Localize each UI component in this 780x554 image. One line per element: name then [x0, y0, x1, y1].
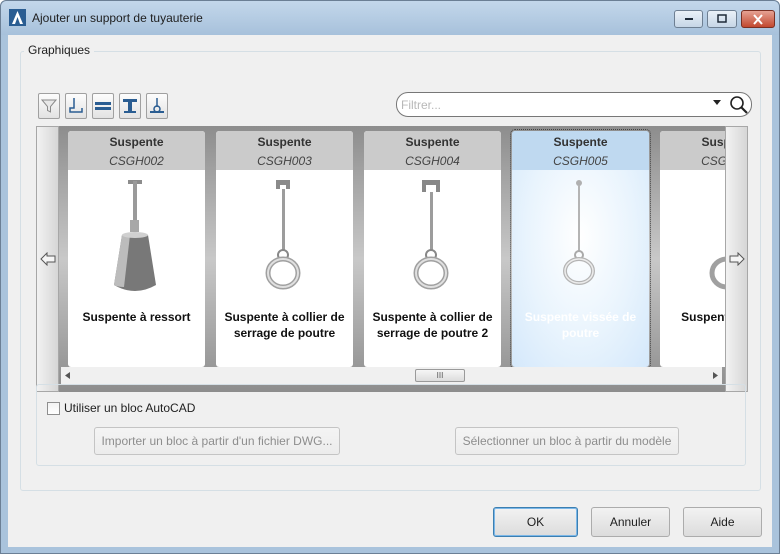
hanger-type-4-button[interactable] [146, 93, 168, 119]
card-code: CSGH006 [701, 154, 725, 168]
card-label: Suspente à ressort [82, 310, 191, 324]
card-code: CSGH005 [553, 154, 608, 168]
card-header: Suspente CSGH002 [68, 131, 205, 170]
restore-icon [717, 14, 727, 23]
spring-hanger-image [114, 180, 156, 291]
card-header: Suspente CSGH005 [512, 131, 649, 170]
card-type: Suspente [405, 135, 460, 149]
select-model-block-button[interactable]: Sélectionner un bloc à partir du modèle [455, 427, 679, 455]
restore-button[interactable] [707, 10, 737, 28]
card-label: Suspente à collier de serrage de poutre [224, 310, 345, 340]
support-gallery: Suspente CSGH002 Suspente à ressort Susp… [36, 126, 748, 392]
use-autocad-block-checkbox[interactable] [47, 402, 60, 415]
gallery-horizontal-scrollbar[interactable]: III [61, 367, 722, 384]
gallery-scroll-left-button[interactable] [36, 126, 59, 392]
hanger-type-4-icon [150, 98, 164, 113]
hanger-type-2-button[interactable] [92, 93, 114, 119]
gallery-viewport: Suspente CSGH002 Suspente à ressort Susp… [59, 126, 725, 367]
arrow-left-icon [39, 252, 55, 266]
card-type: Suspente [701, 135, 725, 149]
close-icon [753, 13, 763, 25]
support-card[interactable]: Suspente CSGH004 Suspente à collier de s… [364, 131, 501, 367]
support-card[interactable]: Suspente CSGH003 Suspente à collier de s… [216, 131, 353, 367]
search-input[interactable]: Filtrer... [401, 98, 441, 112]
dialog-window: Ajouter un support de tuyauterie Graphiq… [0, 0, 780, 554]
beam-clamp-hanger-2-image [413, 180, 449, 290]
hanger-type-2-icon [95, 102, 111, 110]
title-bar: Ajouter un support de tuyauterie [1, 1, 779, 35]
card-header: Suspente CSGH006 [660, 131, 725, 170]
hanger-type-3-button[interactable] [119, 93, 141, 119]
ok-button[interactable]: OK [493, 507, 578, 537]
card-label: Suspente à collier de serrage de poutre … [372, 310, 493, 340]
card-label: Suspente poutre [681, 310, 725, 324]
hanger-type-3-icon [123, 99, 137, 113]
close-button[interactable] [741, 10, 775, 28]
import-dwg-block-button[interactable]: Importer un bloc à partir d'un fichier D… [94, 427, 340, 455]
minimize-icon [684, 18, 693, 20]
filter-button[interactable] [38, 93, 60, 119]
window-title: Ajouter un support de tuyauterie [32, 11, 203, 25]
card-code: CSGH004 [405, 154, 460, 168]
card-header: Suspente CSGH003 [216, 131, 353, 170]
scrollbar-thumb[interactable]: III [415, 369, 465, 382]
support-card-selected[interactable]: Suspente CSGH005 Suspente vissée de pout… [510, 129, 651, 367]
help-button[interactable]: Aide [683, 507, 762, 537]
chevron-down-icon[interactable] [713, 100, 721, 105]
search-icon[interactable] [729, 95, 749, 115]
autocad-app-icon [9, 9, 26, 26]
graphics-group: Graphiques Filtrer... Suspente CSGH002 S… [20, 43, 761, 491]
beam-hanger-image [709, 256, 725, 290]
support-card[interactable]: Suspente CSGH002 Suspente à ressort [68, 131, 205, 367]
hanger-type-1-icon [69, 98, 83, 113]
hanger-type-1-button[interactable] [65, 93, 87, 119]
beam-clamp-hanger-image [265, 180, 301, 290]
cancel-button[interactable]: Annuler [591, 507, 670, 537]
screwed-beam-hanger-image [563, 180, 595, 285]
card-label: Suspente vissée de poutre [524, 310, 637, 340]
graphics-group-label: Graphiques [24, 43, 95, 57]
card-code: CSGH002 [109, 154, 164, 168]
gallery-scroll-right-button[interactable] [725, 126, 748, 392]
use-autocad-block-label[interactable]: Utiliser un bloc AutoCAD [64, 401, 195, 415]
arrow-right-icon [729, 252, 745, 266]
card-type: Suspente [257, 135, 312, 149]
card-type: Suspente [109, 135, 164, 149]
card-code: CSGH003 [257, 154, 312, 168]
dialog-content: Graphiques Filtrer... Suspente CSGH002 S… [8, 35, 772, 547]
minimize-button[interactable] [674, 10, 703, 28]
support-card[interactable]: Suspente CSGH006 Suspente poutre [660, 131, 725, 367]
filter-funnel-icon [41, 99, 57, 113]
scroll-left-arrow-icon[interactable] [65, 372, 71, 379]
filter-search-box[interactable]: Filtrer... [396, 92, 752, 117]
scroll-right-arrow-icon[interactable] [713, 372, 719, 379]
card-header: Suspente CSGH004 [364, 131, 501, 170]
autocad-block-group: Utiliser un bloc AutoCAD Importer un blo… [36, 384, 746, 466]
card-type: Suspente [553, 135, 608, 149]
